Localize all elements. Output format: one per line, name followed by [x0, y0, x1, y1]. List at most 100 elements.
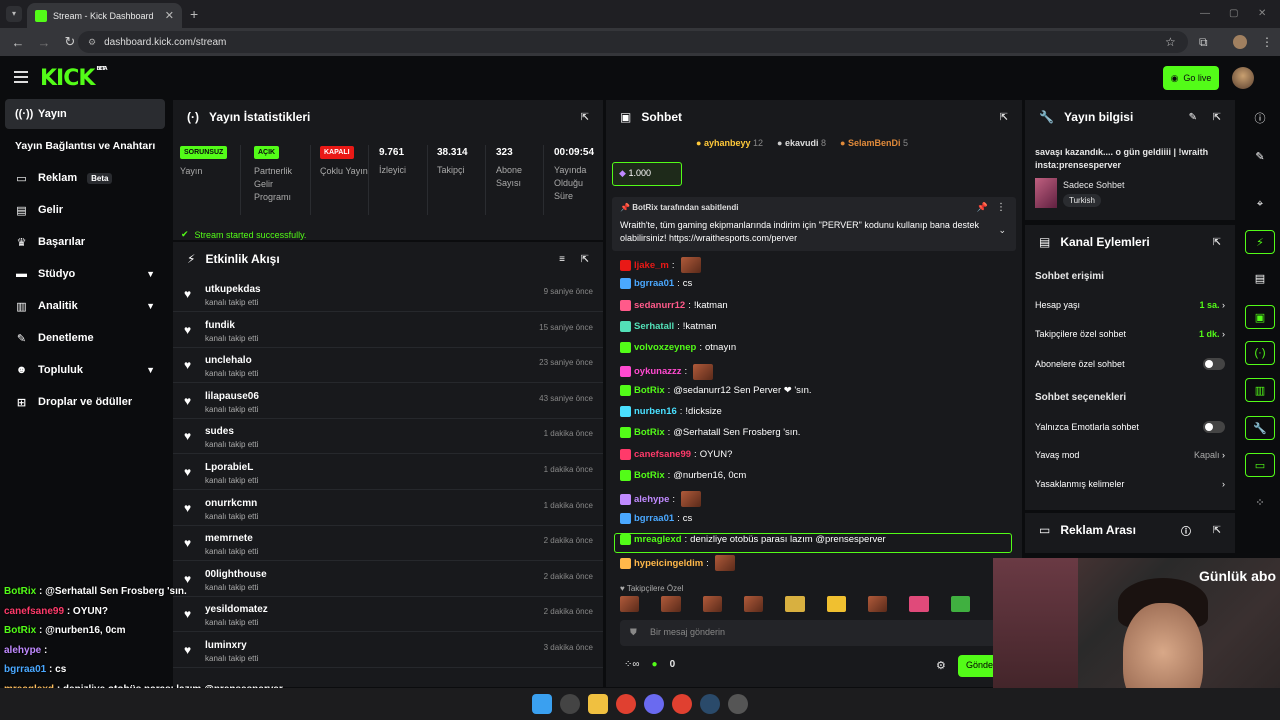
more-icon[interactable]: ⋮ — [996, 202, 1006, 213]
obs-icon[interactable] — [728, 694, 748, 714]
chat-message[interactable]: bgrraa01: cs — [620, 512, 692, 524]
go-live-button[interactable]: ◉ Go live — [1163, 66, 1219, 90]
chat-username[interactable]: nurben16 — [634, 406, 677, 417]
chat-username[interactable]: BotRix — [634, 427, 665, 438]
chat-username[interactable]: BotRix — [634, 385, 665, 396]
discord-icon[interactable] — [644, 694, 664, 714]
event-row[interactable]: ♥ memrnete kanalı takip etti 2 dakika önce — [173, 526, 603, 562]
community-icon[interactable]: ⁘ — [1245, 490, 1275, 514]
back-icon[interactable]: ← — [10, 35, 26, 50]
chat-message[interactable]: ljake_m: — [620, 257, 701, 273]
event-row[interactable]: ♥ unclehalo kanalı takip etti 23 saniye önc… — [173, 348, 603, 384]
close-window-icon[interactable]: ✕ — [1258, 8, 1266, 19]
edit-icon[interactable]: ✎ — [1245, 144, 1275, 168]
emote-icon[interactable] — [661, 596, 681, 612]
emote-icon[interactable] — [785, 596, 805, 612]
chat-message[interactable]: nurben16: !dicksize — [620, 406, 722, 418]
kick-logo[interactable]: KICK BETA — [40, 66, 108, 91]
broadcast-icon[interactable]: (·) — [1245, 341, 1275, 365]
new-tab-icon[interactable]: + — [190, 6, 198, 22]
pinned-message[interactable]: 📌 BotRix tarafından sabitlendi 📌 ⋮ Wrait… — [612, 197, 1016, 251]
browser-menu-icon[interactable]: ⋮ — [1261, 35, 1273, 49]
chrome-icon[interactable] — [672, 694, 692, 714]
tab-search-icon[interactable]: ▾ — [6, 6, 22, 22]
moderation-icon[interactable]: ▥ — [1245, 378, 1275, 402]
chat-icon[interactable]: ▣ — [1245, 305, 1275, 329]
chat-username[interactable]: ljake_m — [634, 260, 669, 271]
chat-username[interactable]: canefsane99 — [634, 449, 691, 460]
chat-message[interactable]: BotRix: @Serhatall Sen Frosberg 'sın. — [620, 427, 800, 439]
popout-icon[interactable]: ⇱ — [581, 112, 589, 123]
chat-message[interactable]: bgrraa01: cs — [620, 278, 692, 290]
chat-message[interactable]: BotRix: @sedanurr12 Sen Perver ❤ 'sın. — [620, 384, 812, 396]
event-row[interactable]: ♥ 00lighthouse kanalı takip etti 2 dakika ö… — [173, 562, 603, 597]
site-info-icon[interactable]: ⚙ — [88, 37, 96, 48]
chrome-icon[interactable] — [616, 694, 636, 714]
emote-icon[interactable] — [702, 596, 722, 612]
chat-username[interactable]: mreaglexd — [634, 534, 682, 545]
filter-icon[interactable]: ≡ — [559, 254, 565, 265]
chat-message[interactable]: alehype: — [620, 491, 702, 508]
emote-icon[interactable] — [743, 596, 764, 612]
gifter[interactable]: ● SelamBenDi 5 — [840, 138, 908, 148]
infinity-icon[interactable]: ⁘∞ — [624, 659, 640, 670]
chat-message[interactable]: mreaglexd: denizliye otobüs parası lazım … — [620, 533, 886, 545]
chat-username[interactable]: BotRix — [634, 470, 665, 481]
event-row[interactable]: ♥ yesildomatez kanalı takip etti 2 dakika ö… — [173, 597, 603, 633]
wrench-icon[interactable]: 🔧 — [1245, 416, 1275, 440]
event-row[interactable]: ♥ onurrkcmn kanalı takip etti 1 dakika önce — [173, 491, 603, 526]
chat-message[interactable]: oykunazzz: — [620, 363, 714, 380]
emote-only-toggle[interactable] — [1203, 421, 1225, 433]
bookmark-star-icon[interactable]: ☆ — [1165, 35, 1176, 49]
profile-icon[interactable] — [1233, 35, 1247, 49]
event-row[interactable]: ♥ sudes kanalı takip etti 1 dakika önce — [173, 419, 603, 455]
chat-username[interactable]: Serhatall — [634, 321, 674, 332]
sidebar-item-studyo[interactable]: ▬ Stüdyo ▼ — [5, 259, 165, 289]
emote-icon[interactable] — [909, 596, 929, 612]
banned-words-row[interactable]: Yasaklanmış kelimeler › — [1035, 479, 1225, 489]
event-row[interactable]: ♥ utkupekdas kanalı takip etti 9 saniye önc… — [173, 277, 603, 312]
pin-icon[interactable]: 📌 — [977, 202, 988, 213]
monitor-icon[interactable]: ▭ — [1245, 453, 1275, 477]
maximize-icon[interactable]: ▢ — [1229, 8, 1238, 19]
chat-username[interactable]: volvoxzeynep — [634, 342, 696, 353]
sidebar-item-reklam[interactable]: ▭ Reklam Beta — [5, 163, 165, 193]
browser-tab[interactable]: Stream - Kick Dashboard ✕ — [27, 3, 182, 28]
emote-icon[interactable] — [620, 596, 640, 612]
chat-username[interactable]: alehype — [634, 494, 669, 505]
category[interactable]: Sadece Sohbet — [1063, 180, 1125, 190]
event-row[interactable]: ♥ LporabieL kanalı takip etti 1 dakika önce — [173, 455, 603, 490]
emote-icon[interactable] — [950, 596, 970, 612]
reload-icon[interactable]: ↻ — [62, 34, 78, 50]
lightning-icon[interactable]: ⚡ — [1245, 230, 1275, 254]
popout-icon[interactable]: ⇱ — [1000, 112, 1008, 123]
chat-username[interactable]: bgrraa01 — [634, 278, 674, 289]
subs-only-toggle[interactable] — [1203, 358, 1225, 370]
language-tag[interactable]: Turkish — [1063, 194, 1101, 207]
chat-username[interactable]: bgrraa01 — [634, 513, 674, 524]
edit-icon[interactable]: ✎ — [1189, 112, 1197, 123]
account-age-row[interactable]: Hesap yaşı 1 sa. › — [1035, 300, 1225, 310]
emote-icon[interactable] — [867, 596, 888, 612]
popout-icon[interactable]: ⇱ — [1213, 112, 1221, 123]
sidebar-item-topluluk[interactable]: ☻ Topluluk ▼ — [5, 355, 165, 385]
sidebar-item-yayin[interactable]: ((·)) Yayın — [5, 99, 165, 129]
sub-goal-badge[interactable]: ◆ 1.000 — [612, 162, 682, 186]
file-explorer-icon[interactable] — [588, 694, 608, 714]
event-row[interactable]: ♥ fundik kanalı takip etti 15 saniye önce — [173, 313, 603, 348]
sidebar-item-droplar[interactable]: ⊞ Droplar ve ödüller — [5, 387, 165, 417]
chat-message[interactable]: hypeicingeldim: — [620, 555, 735, 572]
chat-message[interactable]: canefsane99: OYUN? — [620, 448, 732, 460]
close-tab-icon[interactable]: ✕ — [165, 9, 174, 22]
slow-mode-row[interactable]: Yavaş mod Kapalı › — [1035, 450, 1225, 460]
popout-icon[interactable]: ⇱ — [581, 254, 589, 265]
gifter[interactable]: ● ayhanbeyy 12 — [696, 138, 763, 148]
chat-username[interactable]: oykunazzz — [634, 366, 682, 377]
chevron-down-icon[interactable]: ⌄ — [998, 225, 1006, 236]
sidebar-item-analitik[interactable]: ▥ Analitik ▼ — [5, 291, 165, 321]
steam-icon[interactable] — [700, 694, 720, 714]
chat-username[interactable]: hypeicingeldim — [634, 558, 703, 569]
event-row[interactable]: ♥ luminxry kanalı takip etti 3 dakika önce — [173, 633, 603, 668]
search-icon[interactable] — [560, 694, 580, 714]
gear-icon[interactable]: ⚙ — [936, 659, 946, 672]
